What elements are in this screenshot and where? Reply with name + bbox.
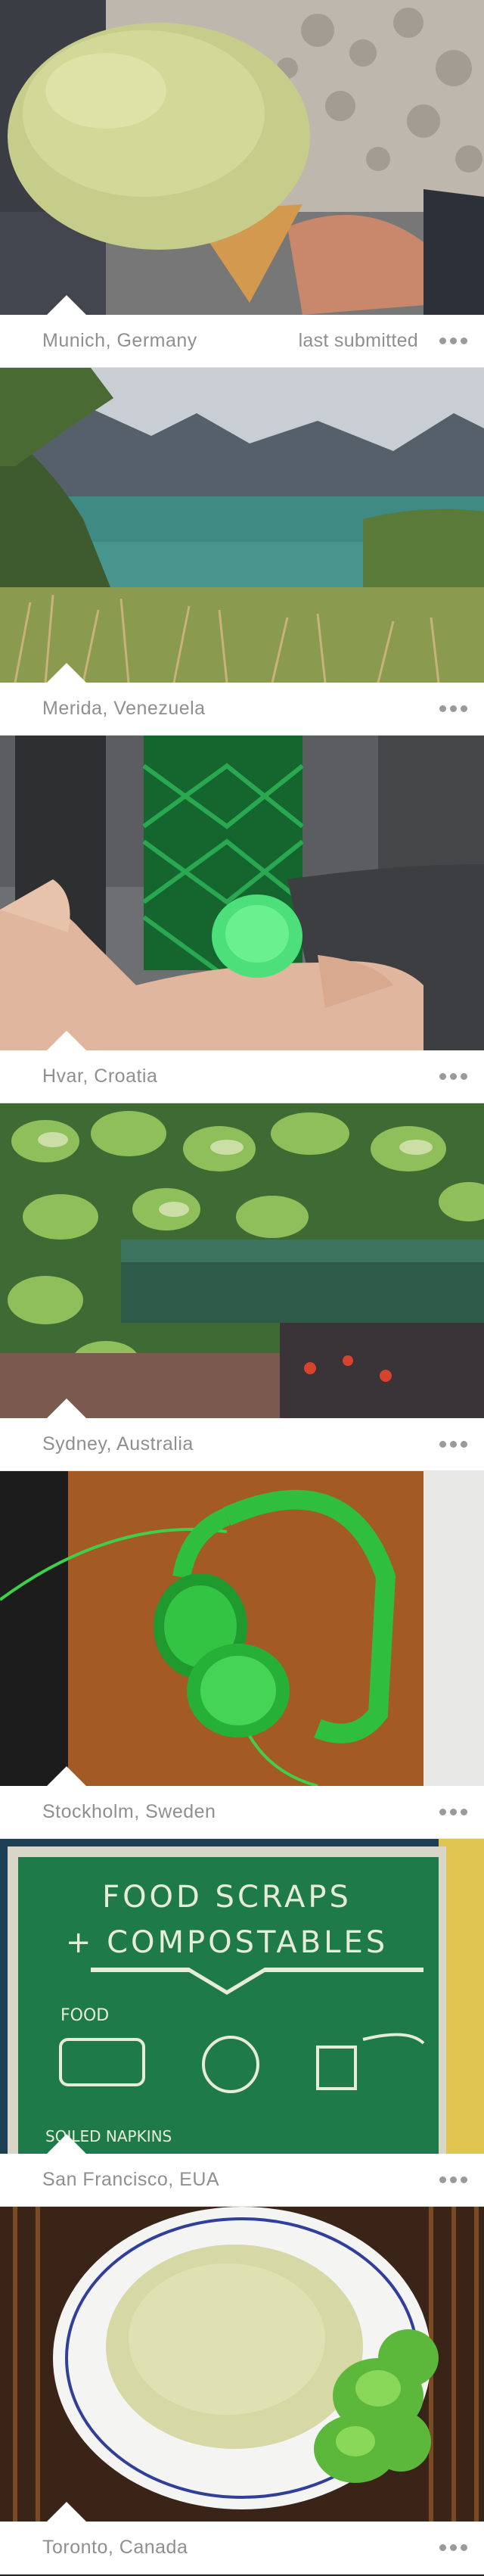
photo-soup[interactable]	[0, 2207, 484, 2522]
photo-headphones[interactable]	[0, 1471, 484, 1786]
last-submitted-label: last submitted	[298, 330, 418, 351]
photo-ring[interactable]	[0, 736, 484, 1050]
location-label: Hvar, Croatia	[42, 1066, 158, 1087]
card-caption: Hvar, Croatia	[0, 1031, 484, 1103]
feed-card: Merida, Venezuela	[0, 368, 484, 736]
location-label: San Francisco, EUA	[42, 2169, 220, 2190]
more-dots-icon[interactable]	[439, 698, 467, 720]
location-label: Stockholm, Sweden	[42, 1801, 216, 1822]
lake-image	[0, 368, 484, 683]
soup-image	[0, 2207, 484, 2522]
photo-gelato[interactable]	[0, 0, 484, 315]
feed-card: Stockholm, Sweden	[0, 1471, 484, 1839]
location-label: Toronto, Canada	[42, 2537, 188, 2558]
card-caption: San Francisco, EUA	[0, 2134, 484, 2207]
more-dots-icon[interactable]	[439, 1066, 467, 1087]
feed-card: Sydney, Australia	[0, 1103, 484, 1471]
more-dots-icon[interactable]	[439, 330, 467, 352]
more-dots-icon[interactable]	[439, 1801, 467, 1823]
feed-card: Hvar, Croatia	[0, 736, 484, 1103]
photo-feed: Munich, Germany last submitted Merida, V…	[0, 0, 484, 2574]
card-caption: Stockholm, Sweden	[0, 1766, 484, 1839]
feed-card: Toronto, Canada	[0, 2207, 484, 2574]
location-label: Merida, Venezuela	[42, 698, 206, 719]
more-dots-icon[interactable]	[439, 2537, 467, 2559]
bench-image	[0, 1103, 484, 1418]
more-dots-icon[interactable]	[439, 2169, 467, 2191]
headphones-image	[0, 1471, 484, 1786]
more-dots-icon[interactable]	[439, 1433, 467, 1455]
feed-card: FOOD SCRAPS + COMPOSTABLES FOOD SOILED N…	[0, 1839, 484, 2207]
photo-bench[interactable]	[0, 1103, 484, 1418]
photo-compost-sign[interactable]: FOOD SCRAPS + COMPOSTABLES FOOD SOILED N…	[0, 1839, 484, 2154]
location-label: Munich, Germany	[42, 330, 197, 351]
card-caption: Munich, Germany last submitted	[0, 295, 484, 368]
photo-lake[interactable]	[0, 368, 484, 683]
sign-line-2: + COMPOSTABLES	[66, 1925, 388, 1960]
gelato-image	[0, 0, 484, 315]
sign-label-food: FOOD	[60, 2006, 109, 2025]
sign-line-1: FOOD SCRAPS	[102, 1880, 352, 1915]
location-label: Sydney, Australia	[42, 1433, 194, 1454]
card-caption: Toronto, Canada	[0, 2502, 484, 2574]
compost-sign-image: FOOD SCRAPS + COMPOSTABLES FOOD SOILED N…	[0, 1839, 484, 2154]
card-caption: Merida, Venezuela	[0, 663, 484, 736]
ring-image	[0, 736, 484, 1050]
card-caption: Sydney, Australia	[0, 1398, 484, 1471]
feed-card: Munich, Germany last submitted	[0, 0, 484, 368]
